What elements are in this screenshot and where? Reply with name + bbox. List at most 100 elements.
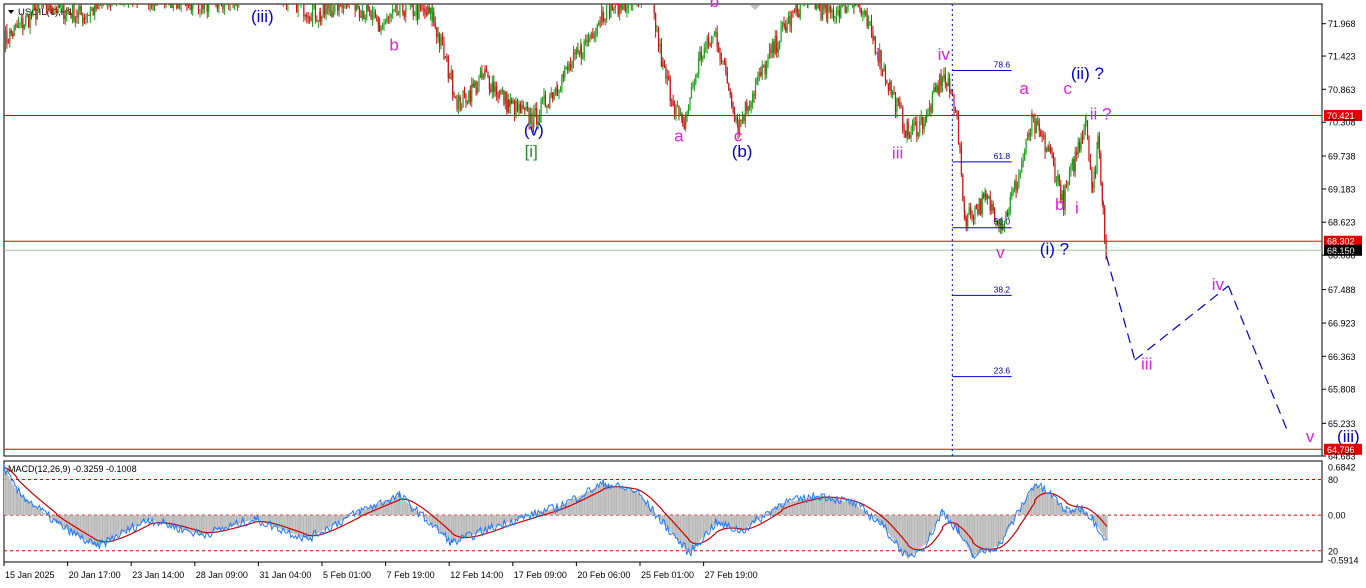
macd-histogram-bar bbox=[951, 515, 953, 524]
macd-histogram-bar bbox=[709, 515, 711, 530]
candle-body bbox=[76, 16, 78, 18]
candle-body bbox=[496, 86, 498, 95]
macd-tick-label: 80 bbox=[1328, 475, 1338, 485]
candle-body bbox=[655, 13, 657, 31]
macd-histogram-bar bbox=[299, 515, 301, 537]
macd-histogram-bar bbox=[628, 489, 630, 516]
candle-body bbox=[1076, 151, 1078, 155]
macd-histogram-bar bbox=[923, 515, 925, 546]
price-tick-label: 70.863 bbox=[1328, 85, 1356, 95]
candle-body bbox=[821, 4, 824, 19]
trading-chart[interactable]: USOIL(€),H1 78.6 61.8 50.0 38.2 23.6 (iii) b (… bbox=[0, 0, 1366, 588]
candle-body bbox=[26, 15, 28, 17]
macd-histogram-bar bbox=[378, 503, 380, 516]
candle-body bbox=[669, 79, 671, 101]
candle-body bbox=[886, 80, 888, 84]
candle-body bbox=[1089, 160, 1092, 170]
macd-histogram-bar bbox=[302, 515, 305, 538]
candle-body bbox=[12, 33, 14, 37]
candle-body bbox=[695, 74, 697, 83]
candle-body bbox=[30, 12, 33, 16]
candle-body bbox=[911, 123, 914, 132]
macd-histogram-bar bbox=[970, 515, 972, 554]
macd-histogram-bar bbox=[933, 515, 936, 528]
candle-body bbox=[583, 41, 585, 58]
macd-histogram-bar bbox=[588, 490, 590, 516]
candle-body bbox=[35, 6, 37, 19]
macd-histogram-bar bbox=[315, 515, 318, 534]
candle-body bbox=[415, 4, 417, 16]
candle-body bbox=[873, 36, 875, 40]
macd-histogram-bar bbox=[301, 515, 303, 537]
macd-histogram-bar bbox=[330, 515, 332, 527]
candle-body bbox=[189, 4, 191, 6]
candle-body bbox=[485, 71, 488, 73]
candle-body bbox=[148, 4, 150, 6]
macd-histogram-bar bbox=[1101, 515, 1103, 534]
macd-histogram-bar bbox=[903, 515, 905, 554]
wave-label: b bbox=[389, 35, 398, 54]
macd-histogram-bar bbox=[9, 479, 12, 516]
candle-body bbox=[441, 36, 444, 44]
candle-body bbox=[962, 174, 964, 202]
candle-body bbox=[397, 13, 400, 16]
candle-body bbox=[371, 12, 374, 20]
candle-body bbox=[799, 4, 801, 18]
macd-histogram-bar bbox=[737, 515, 739, 530]
candle-body bbox=[767, 55, 769, 61]
candle-body bbox=[656, 30, 658, 31]
macd-histogram-bar bbox=[788, 501, 791, 516]
candle-body bbox=[577, 48, 579, 52]
macd-histogram-bar bbox=[747, 515, 750, 527]
candle-body bbox=[370, 11, 372, 20]
candle-body bbox=[512, 101, 514, 104]
macd-histogram-bar bbox=[178, 515, 180, 529]
candle-body bbox=[954, 111, 957, 113]
macd-histogram-bar bbox=[1049, 494, 1052, 516]
macd-histogram-bar bbox=[601, 484, 603, 516]
candle-body bbox=[468, 90, 470, 104]
macd-histogram-bar bbox=[901, 515, 904, 552]
macd-histogram-bar bbox=[981, 515, 983, 553]
candle-body bbox=[1029, 132, 1032, 137]
wave-label: [i] bbox=[525, 142, 538, 161]
candle-body bbox=[981, 194, 983, 215]
macd-histogram-bar bbox=[847, 501, 849, 516]
candle-body bbox=[509, 99, 511, 107]
candle-body bbox=[1096, 148, 1098, 173]
wave-label: c bbox=[1063, 79, 1072, 98]
candle-body bbox=[758, 72, 760, 76]
candle-body bbox=[472, 83, 474, 87]
candle-body bbox=[956, 111, 958, 116]
candle-body bbox=[844, 4, 846, 13]
candle-body bbox=[1048, 146, 1050, 152]
main-pane[interactable] bbox=[3, 3, 1323, 457]
macd-histogram-bar bbox=[730, 515, 733, 528]
candle-body bbox=[427, 6, 429, 16]
candle-body bbox=[712, 36, 714, 38]
wave-label: v bbox=[1306, 427, 1315, 446]
candle-body bbox=[620, 4, 622, 10]
macd-histogram-bar bbox=[694, 515, 697, 546]
candle-body bbox=[934, 87, 936, 92]
symbol-header[interactable]: USOIL(€),H1 bbox=[8, 7, 73, 18]
candle-body bbox=[9, 30, 11, 43]
candle-body bbox=[152, 4, 154, 6]
candle-body bbox=[773, 42, 775, 54]
candle-body bbox=[1088, 136, 1090, 161]
macd-histogram-bar bbox=[1055, 500, 1058, 516]
wave-label: iv bbox=[1212, 275, 1225, 294]
macd-histogram-bar bbox=[548, 509, 550, 516]
candle-body bbox=[86, 14, 89, 17]
candle-body bbox=[94, 4, 96, 16]
wave-label: a bbox=[1019, 79, 1029, 98]
time-tick-label: 5 Feb 01:00 bbox=[323, 570, 371, 580]
candle-body bbox=[814, 4, 816, 9]
macd-histogram-bar bbox=[1001, 515, 1003, 540]
candle-body bbox=[779, 41, 781, 49]
candle-body bbox=[186, 4, 188, 6]
macd-histogram-bar bbox=[435, 515, 437, 529]
candle-body bbox=[841, 4, 843, 6]
candle-body bbox=[355, 4, 358, 11]
candle-body bbox=[849, 0, 850, 3]
